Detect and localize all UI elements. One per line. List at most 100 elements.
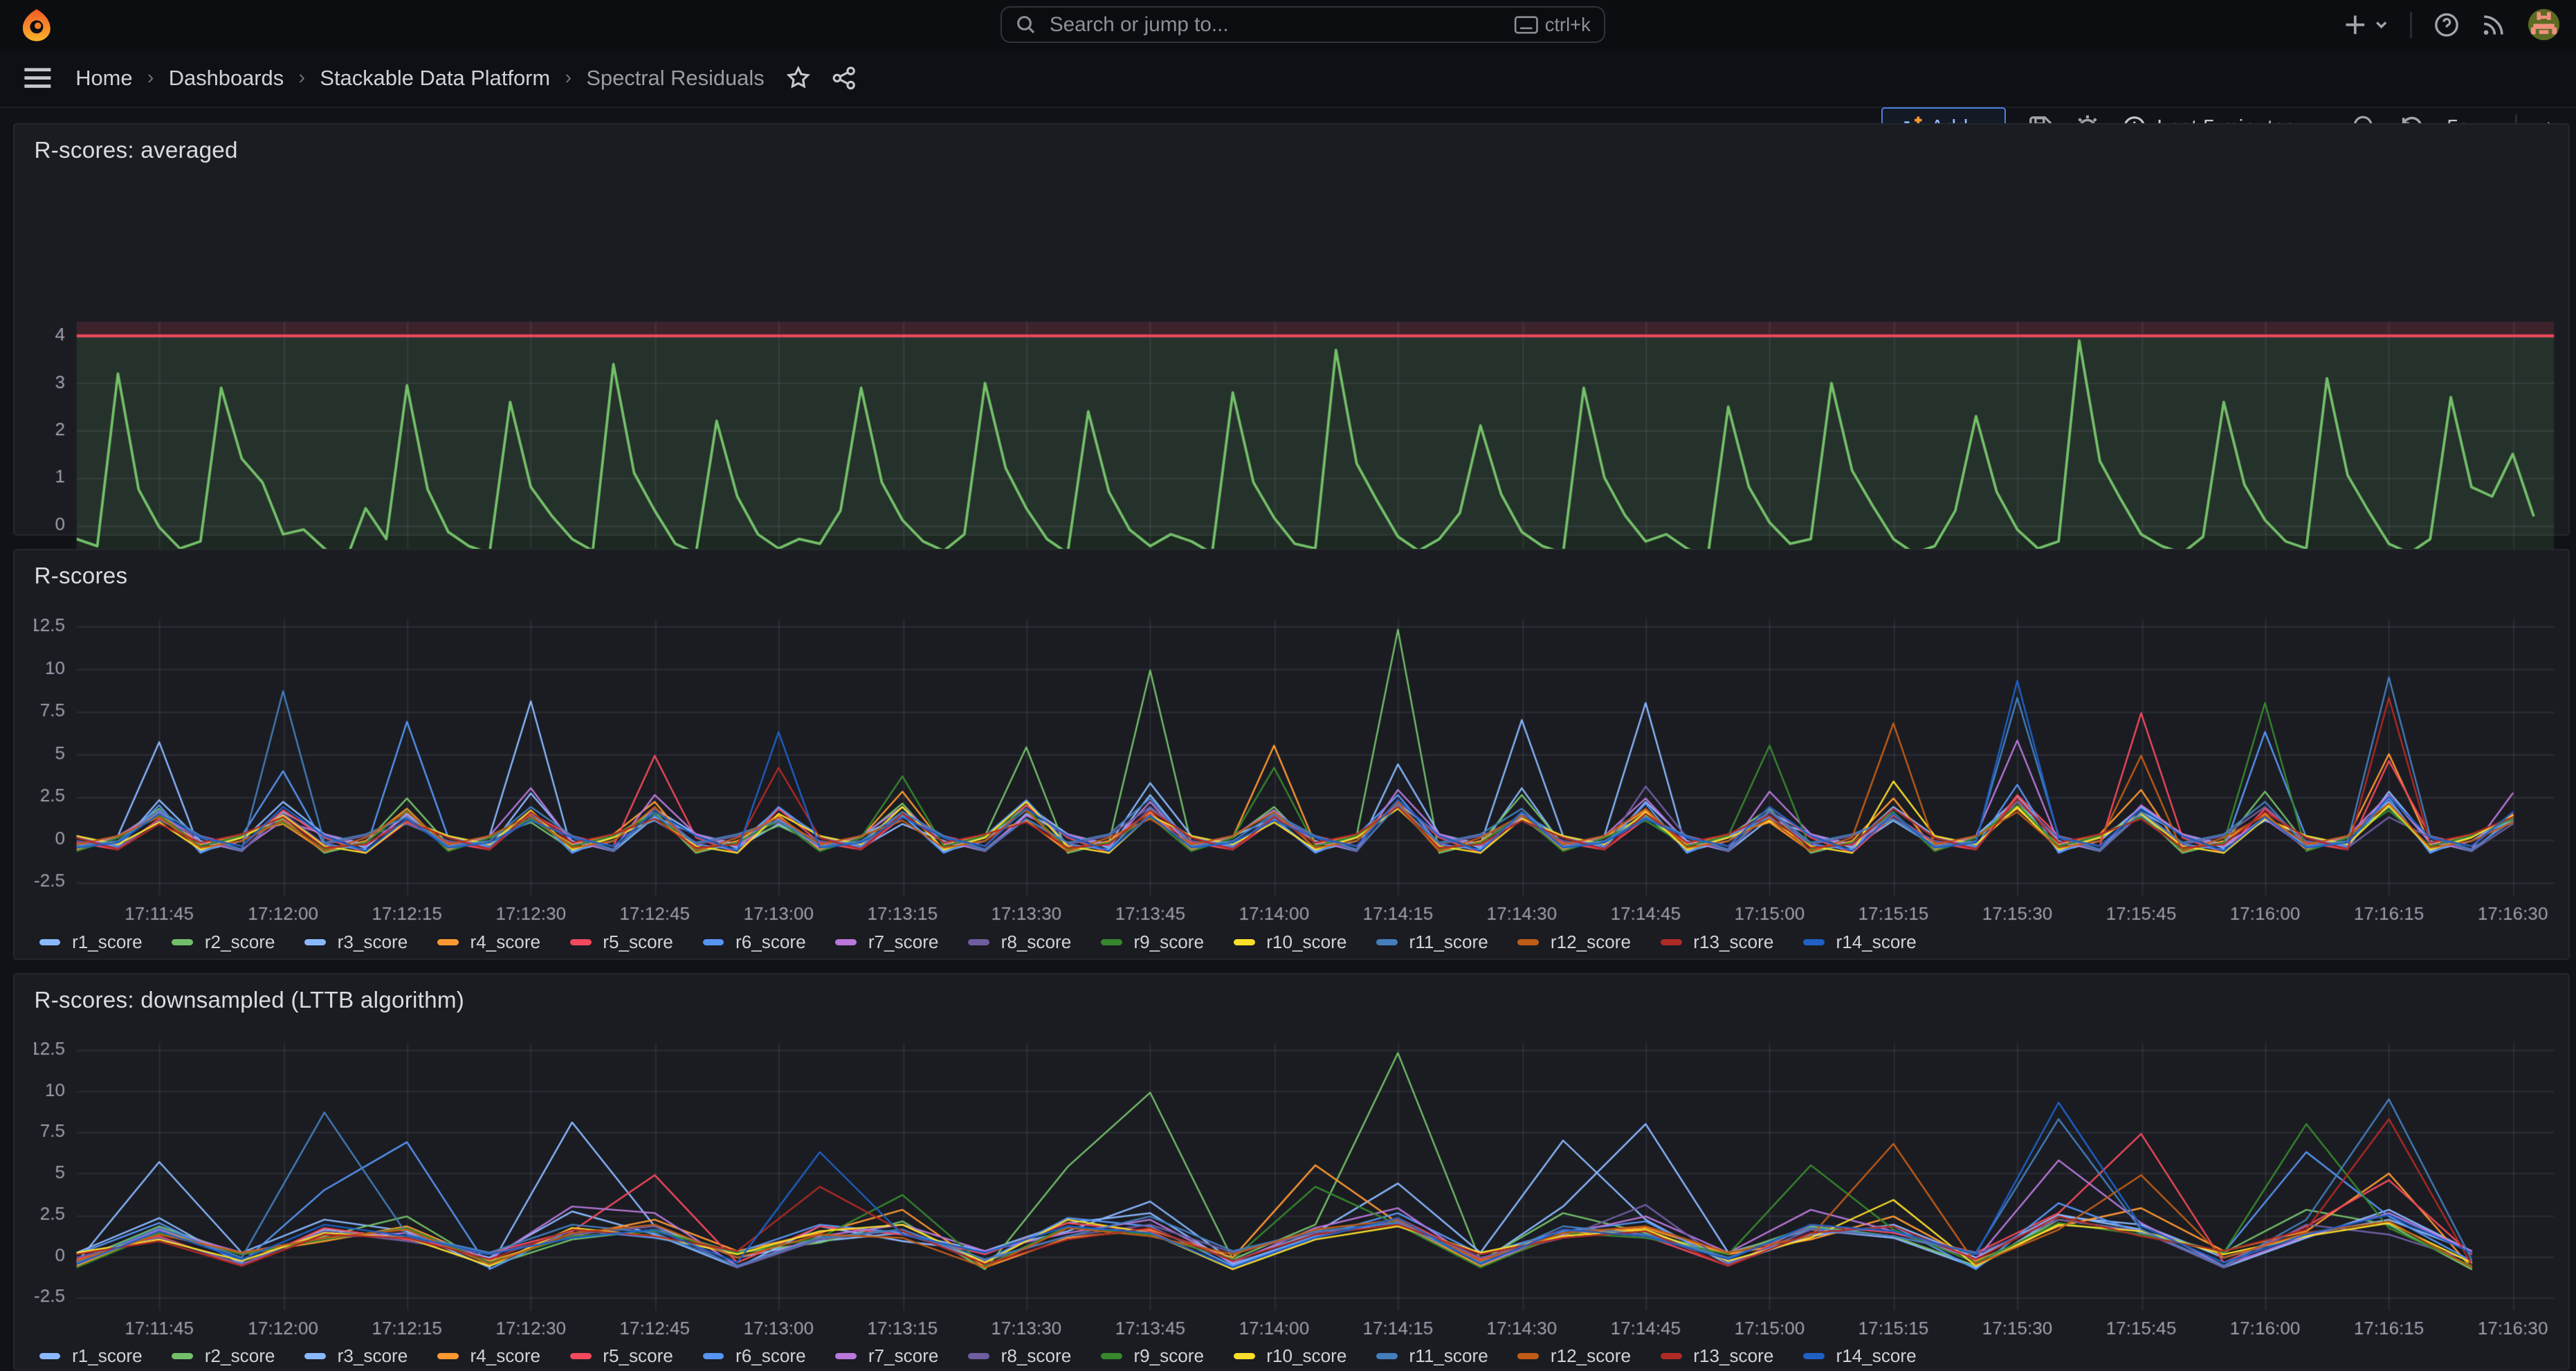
dashboard-nav-bar: Home › Dashboards › Stackable Data Platf… (0, 49, 2576, 108)
legend-item[interactable]: r12_score (1517, 1345, 1631, 1367)
legend-item[interactable]: r4_score (437, 1345, 540, 1367)
legend-series-label: r13_score (1693, 1345, 1773, 1367)
search-icon (1015, 14, 1036, 35)
legend-series-label: r10_score (1266, 932, 1346, 953)
legend-item[interactable]: r1_score (39, 1345, 143, 1367)
avatar[interactable] (2528, 9, 2559, 40)
legend-item[interactable]: r9_score (1101, 1345, 1204, 1367)
legend-item[interactable]: r10_score (1234, 932, 1347, 953)
panel-title[interactable]: R-scores: averaged (34, 138, 237, 164)
r-scores-chart[interactable] (34, 606, 2564, 932)
legend-series-label: r9_score (1133, 1345, 1204, 1367)
legend-series-marker (1803, 939, 1825, 945)
news-button[interactable] (2481, 12, 2507, 38)
legend-series-marker (1101, 1353, 1122, 1359)
top-bar: ctrl+k (0, 0, 2576, 51)
legend-series-marker (570, 939, 592, 945)
legend-series-marker (1517, 1353, 1539, 1359)
legend-series-label: r14_score (1836, 932, 1917, 953)
legend-item[interactable]: r3_score (304, 932, 408, 953)
search-box[interactable]: ctrl+k (1001, 6, 1605, 42)
legend-item[interactable]: r5_score (570, 932, 673, 953)
legend-series-label: r13_score (1693, 932, 1773, 953)
legend-item[interactable]: r2_score (172, 1345, 275, 1367)
legend-series-label: r3_score (338, 1345, 408, 1367)
legend-series-marker (1376, 939, 1398, 945)
legend-item[interactable]: r10_score (1234, 1345, 1347, 1367)
menu-icon[interactable] (23, 66, 53, 89)
legend-item[interactable]: r1_score (39, 932, 143, 953)
legend-item[interactable]: r8_score (968, 932, 1071, 953)
legend-series-marker (172, 939, 193, 945)
legend-item[interactable]: r13_score (1661, 1345, 1774, 1367)
legend-item[interactable]: r11_score (1376, 932, 1488, 953)
legend-item[interactable]: r9_score (1101, 932, 1204, 953)
legend-series-label: r8_score (1001, 1345, 1072, 1367)
legend-series-marker (1376, 1353, 1398, 1359)
chevron-down-icon (2374, 17, 2388, 32)
legend-series-label: r5_score (603, 932, 673, 953)
keyboard-icon (1514, 16, 1539, 34)
new-button[interactable] (2343, 12, 2388, 37)
legend-series-label: r9_score (1133, 932, 1204, 953)
legend-series-marker (39, 939, 61, 945)
share-button[interactable] (832, 66, 857, 91)
breadcrumb: Home › Dashboards › Stackable Data Platf… (75, 66, 764, 91)
legend-series-label: r10_score (1266, 1345, 1346, 1367)
legend-series-marker (304, 1353, 326, 1359)
legend-item[interactable]: r11_score (1376, 1345, 1488, 1367)
legend-item[interactable]: r6_score (703, 932, 806, 953)
breadcrumb-separator: › (565, 66, 572, 89)
panel-r-scores-averaged: R-scores: averaged signal (13, 123, 2570, 536)
legend-series-marker (1234, 939, 1255, 945)
help-button[interactable] (2433, 12, 2460, 38)
breadcrumb-dashboard-title[interactable]: Spectral Residuals (586, 66, 764, 91)
breadcrumb-home[interactable]: Home (75, 66, 132, 91)
legend-series-marker (703, 1353, 724, 1359)
legend-item[interactable]: r7_score (835, 932, 938, 953)
divider (2410, 12, 2411, 38)
legend-series-marker (835, 1353, 857, 1359)
legend-series-marker (437, 939, 459, 945)
legend-series-label: r6_score (736, 1345, 806, 1367)
legend-series-label: r6_score (736, 932, 806, 953)
search-input[interactable] (1046, 11, 1504, 38)
star-button[interactable] (786, 66, 811, 91)
legend-series-label: r8_score (1001, 932, 1072, 953)
legend-series-marker (968, 1353, 989, 1359)
legend-item[interactable]: r3_score (304, 1345, 408, 1367)
legend-item[interactable]: r14_score (1803, 1345, 1917, 1367)
legend-series-marker (968, 939, 989, 945)
legend-series-label: r7_score (868, 932, 939, 953)
legend-series-marker (304, 939, 326, 945)
legend-item[interactable]: r13_score (1661, 932, 1774, 953)
legend-item[interactable]: r6_score (703, 1345, 806, 1367)
legend-series-label: r4_score (470, 1345, 540, 1367)
r-scores-downsampled-chart[interactable] (34, 1033, 2564, 1342)
legend-item[interactable]: r5_score (570, 1345, 673, 1367)
legend-item[interactable]: r8_score (968, 1345, 1071, 1367)
grafana-logo[interactable] (19, 8, 54, 42)
legend-item[interactable]: r4_score (437, 932, 540, 953)
panel-r-scores-downsampled: R-scores: downsampled (LTTB algorithm) r… (13, 973, 2570, 1371)
legend: r1_score r2_score r3_score r4_score r5_score… (39, 932, 1917, 953)
legend-item[interactable]: r14_score (1803, 932, 1917, 953)
legend: r1_score r2_score r3_score r4_score r5_score… (39, 1345, 1917, 1367)
legend-series-marker (570, 1353, 592, 1359)
legend-item[interactable]: r12_score (1517, 932, 1631, 953)
breadcrumb-separator: › (299, 66, 306, 89)
legend-series-label: r1_score (72, 932, 143, 953)
breadcrumb-folder[interactable]: Stackable Data Platform (320, 66, 550, 91)
legend-series-label: r11_score (1409, 932, 1488, 953)
legend-series-marker (437, 1353, 459, 1359)
breadcrumb-dashboards[interactable]: Dashboards (169, 66, 284, 91)
panel-title[interactable]: R-scores (34, 563, 127, 590)
grafana-dashboard: ctrl+k (0, 0, 2576, 1370)
legend-series-marker (172, 1353, 193, 1359)
legend-series-label: r11_score (1409, 1345, 1488, 1367)
panel-title[interactable]: R-scores: downsampled (LTTB algorithm) (34, 988, 464, 1014)
legend-series-label: r7_score (868, 1345, 939, 1367)
legend-item[interactable]: r7_score (835, 1345, 938, 1367)
legend-item[interactable]: r2_score (172, 932, 275, 953)
legend-series-label: r2_score (205, 932, 275, 953)
